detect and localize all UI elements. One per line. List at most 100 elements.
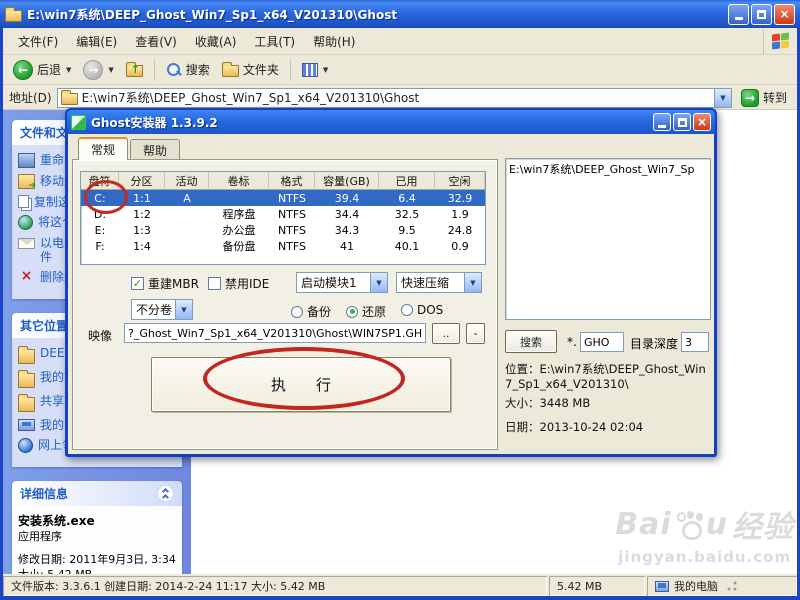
menu-tools[interactable]: 工具(T): [245, 30, 304, 53]
table-row[interactable]: C:: [81, 190, 119, 206]
folders-button[interactable]: 文件夹: [218, 59, 283, 80]
ghost-installer-dialog: Ghost安装器 1.3.9.2 × 常规 帮助 盘符 分区 活动 卷标 格式: [65, 108, 717, 457]
dialog-close-button[interactable]: ×: [693, 113, 711, 131]
menu-favorites[interactable]: 收藏(A): [186, 30, 246, 53]
restore-radio[interactable]: 还原: [346, 303, 386, 320]
details-size: 大小: 5.42 MB: [18, 567, 176, 574]
search-results-list[interactable]: E:\win7系统\DEEP_Ghost_Win7_Sp: [505, 158, 711, 320]
menu-help[interactable]: 帮助(H): [304, 30, 364, 53]
close-button[interactable]: ×: [774, 4, 795, 25]
ext-prefix-label: *.: [567, 335, 577, 349]
checkbox-checked-icon: ✓: [131, 277, 144, 290]
remove-button[interactable]: -: [466, 323, 485, 344]
table-row[interactable]: E:: [81, 222, 119, 238]
execute-button[interactable]: 执 行: [151, 357, 451, 412]
go-label: 转到: [763, 89, 787, 106]
back-button[interactable]: ← 后退 ▼: [9, 58, 75, 82]
dialog-tabs: 常规 帮助: [78, 139, 182, 160]
dos-radio[interactable]: DOS: [401, 303, 443, 317]
email-icon: [18, 238, 35, 249]
gho-location: 位置：E:\win7系统\DEEP_Ghost_Win7_Sp1_x64_V20…: [505, 362, 713, 392]
toolbar-separator: [154, 59, 155, 81]
views-icon: [302, 63, 318, 77]
rename-icon: [18, 153, 35, 168]
windows-logo-icon: [763, 29, 797, 54]
details-panel: 详细信息 安装系统.exe 应用程序 修改日期: 2011年9月3日, 3:34…: [12, 481, 182, 574]
search-gho-button[interactable]: 搜索: [505, 330, 557, 353]
go-button[interactable]: → 转到: [737, 88, 791, 108]
details-file-name: 安装系统.exe: [18, 514, 176, 529]
search-button[interactable]: 搜索: [162, 59, 214, 80]
window-titlebar: E:\win7系统\DEEP_Ghost_Win7_Sp1_x64_V20131…: [0, 0, 800, 28]
address-folder-icon: [61, 93, 78, 105]
col-format[interactable]: 格式: [269, 172, 315, 190]
forward-button[interactable]: → ▼: [79, 58, 117, 82]
list-item[interactable]: E:\win7系统\DEEP_Ghost_Win7_Sp: [509, 161, 707, 177]
go-icon: →: [741, 89, 759, 107]
col-partition[interactable]: 分区: [119, 172, 165, 190]
col-label[interactable]: 卷标: [209, 172, 269, 190]
col-active[interactable]: 活动: [165, 172, 209, 190]
image-label: 映像: [88, 327, 112, 344]
gho-size: 大小：3448 MB: [505, 396, 713, 411]
address-bar: 地址(D) E:\win7系统\DEEP_Ghost_Win7_Sp1_x64_…: [3, 86, 797, 110]
chevron-down-icon[interactable]: ▼: [175, 300, 192, 319]
copy-icon: [18, 195, 29, 208]
globe-icon: [18, 215, 33, 230]
back-dropdown-icon[interactable]: ▼: [66, 66, 71, 74]
collapse-button[interactable]: [157, 485, 174, 502]
folder-icon: [18, 373, 35, 388]
table-row[interactable]: D:: [81, 206, 119, 222]
menu-file[interactable]: 文件(F): [9, 30, 67, 53]
menu-edit[interactable]: 编辑(E): [67, 30, 126, 53]
tab-help[interactable]: 帮助: [130, 139, 180, 160]
col-drive[interactable]: 盘符: [81, 172, 119, 190]
status-size: 5.42 MB: [549, 576, 645, 596]
checkbox-unchecked-icon: [208, 277, 221, 290]
radio-unselected-icon: [401, 304, 413, 316]
partition-table[interactable]: 盘符 分区 活动 卷标 格式 容量(GB) 已用 空闲 C: 1:1 A NTF…: [80, 171, 486, 265]
table-row[interactable]: F:: [81, 238, 119, 254]
depth-label: 目录深度: [630, 335, 678, 352]
window-title: E:\win7系统\DEEP_Ghost_Win7_Sp1_x64_V20131…: [27, 6, 728, 23]
address-path: E:\win7系统\DEEP_Ghost_Win7_Sp1_x64_V20131…: [82, 89, 710, 106]
up-button[interactable]: ↑: [122, 60, 147, 79]
col-used[interactable]: 已用: [379, 172, 435, 190]
minimize-icon: [735, 17, 743, 20]
minimize-button[interactable]: [728, 4, 749, 25]
col-capacity[interactable]: 容量(GB): [315, 172, 379, 190]
folder-up-icon: ↑: [126, 65, 143, 77]
col-free[interactable]: 空闲: [435, 172, 485, 190]
browse-button[interactable]: ..: [432, 323, 460, 344]
dialog-maximize-button[interactable]: [673, 113, 691, 131]
address-label: 地址(D): [9, 89, 52, 106]
my-computer-icon: [655, 581, 669, 592]
views-button[interactable]: ▼: [298, 61, 332, 79]
compression-select[interactable]: 快速压缩 ▼: [396, 272, 482, 293]
toolbar: ← 后退 ▼ → ▼ ↑ 搜索 文件夹 ▼: [3, 55, 797, 85]
folders-icon: [222, 65, 239, 77]
folder-icon: [18, 349, 35, 364]
window-border-bottom: [0, 596, 800, 600]
menu-view[interactable]: 查看(V): [126, 30, 186, 53]
forward-icon: →: [83, 60, 103, 80]
boot-module-select[interactable]: 启动模块1 ▼: [296, 272, 388, 293]
split-select[interactable]: 不分卷 ▼: [131, 299, 193, 320]
backup-radio[interactable]: 备份: [291, 303, 331, 320]
chevron-down-icon[interactable]: ▼: [464, 273, 481, 292]
extension-input[interactable]: [580, 332, 624, 352]
address-input[interactable]: E:\win7系统\DEEP_Ghost_Win7_Sp1_x64_V20131…: [57, 88, 732, 108]
image-path-input[interactable]: [124, 323, 426, 343]
details-header[interactable]: 详细信息: [12, 481, 182, 506]
maximize-button[interactable]: [751, 4, 772, 25]
disable-ide-checkbox[interactable]: 禁用IDE: [208, 275, 269, 292]
address-dropdown-icon[interactable]: ▼: [714, 89, 731, 107]
computer-icon: [18, 419, 35, 431]
tab-general[interactable]: 常规: [78, 137, 128, 160]
forward-dropdown-icon[interactable]: ▼: [108, 66, 113, 74]
rebuild-mbr-checkbox[interactable]: ✓ 重建MBR: [131, 275, 199, 292]
dialog-minimize-button[interactable]: [653, 113, 671, 131]
chevron-down-icon[interactable]: ▼: [370, 273, 387, 292]
resize-grip[interactable]: [723, 581, 737, 591]
depth-input[interactable]: [681, 332, 709, 352]
